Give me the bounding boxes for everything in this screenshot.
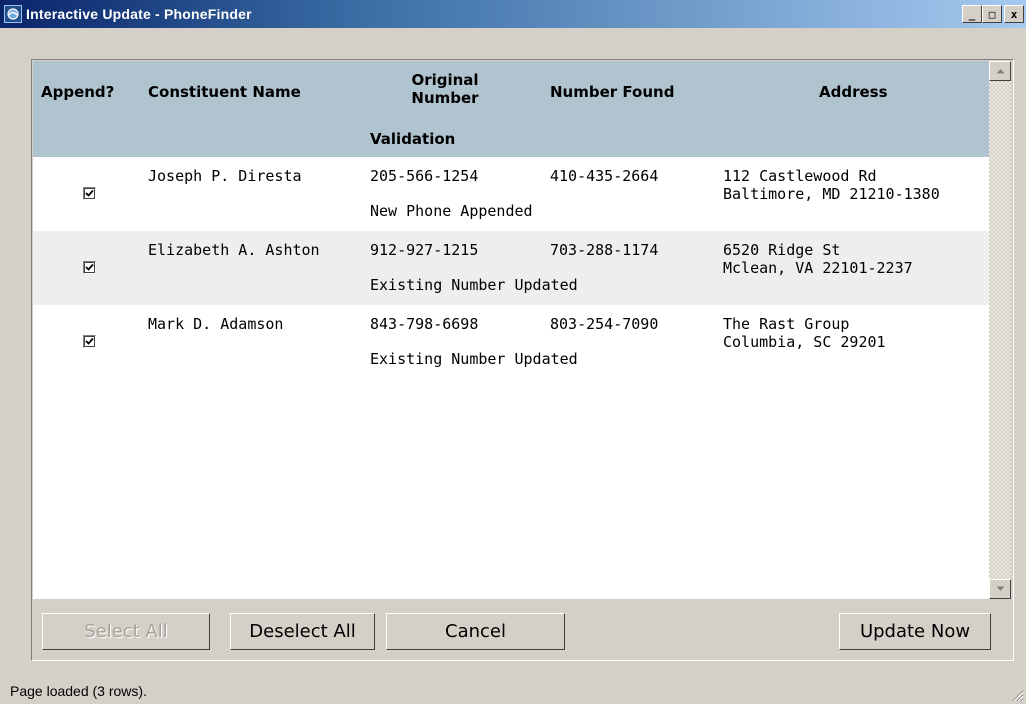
scroll-up-icon [996,69,1004,74]
header-append[interactable]: Append? [41,83,114,101]
address-line1: 112 Castlewood Rd [723,167,877,185]
close-icon: x [1010,7,1018,21]
title-bar[interactable]: Interactive Update - PhoneFinder _ □ x [0,0,1026,28]
address-line2: Mclean, VA 22101-2237 [723,259,913,277]
table-row[interactable]: Joseph P. Diresta 205-566-1254 410-435-2… [33,157,989,231]
scroll-up-button[interactable] [989,61,1011,81]
maximize-icon: □ [988,7,996,21]
original-number: 205-566-1254 [370,167,479,185]
scroll-down-icon [996,586,1004,591]
number-found: 410-435-2664 [550,167,659,185]
header-original-number[interactable]: Original Number [398,71,492,107]
address-line1: 6520 Ridge St [723,241,841,259]
table-row[interactable]: Mark D. Adamson 843-798-6698 803-254-709… [33,305,989,379]
window-title: Interactive Update - PhoneFinder [26,6,252,22]
constituent-name: Joseph P. Diresta [148,167,302,185]
close-button[interactable]: x [1004,5,1024,23]
maximize-button[interactable]: □ [982,5,1002,23]
header-original-line2: Number [411,89,479,107]
original-number: 912-927-1215 [370,241,479,259]
number-found: 703-288-1174 [550,241,659,259]
minimize-button[interactable]: _ [962,5,982,23]
cancel-button[interactable]: Cancel [386,613,565,650]
grid-header: Append? Constituent Name Original Number… [33,61,989,157]
app-icon [4,5,22,23]
header-number-found[interactable]: Number Found [550,83,674,101]
table-row[interactable]: Elizabeth A. Ashton 912-927-1215 703-288… [33,231,989,305]
vertical-scrollbar[interactable] [989,61,1011,599]
main-panel: Append? Constituent Name Original Number… [31,59,1014,661]
number-found: 803-254-7090 [550,315,659,333]
checkmark-icon [85,337,94,345]
validation-text: New Phone Appended [370,202,533,220]
deselect-all-button[interactable]: Deselect All [230,613,375,650]
append-checkbox[interactable] [83,261,96,274]
checkmark-icon [85,189,94,197]
original-number: 843-798-6698 [370,315,479,333]
header-constituent-name[interactable]: Constituent Name [148,83,301,101]
header-validation[interactable]: Validation [370,130,455,148]
constituent-name: Elizabeth A. Ashton [148,241,320,259]
select-all-button[interactable]: Select All [42,613,210,650]
validation-text: Existing Number Updated [370,276,578,294]
scroll-down-button[interactable] [989,579,1011,599]
address-line1: The Rast Group [723,315,850,333]
status-text: Page loaded (3 rows). [10,683,147,699]
validation-text: Existing Number Updated [370,350,578,368]
address-line2: Columbia, SC 29201 [723,333,886,351]
constituent-name: Mark D. Adamson [148,315,284,333]
resize-grip-icon[interactable] [1010,688,1024,702]
minimize-icon: _ [968,7,976,21]
results-grid: Append? Constituent Name Original Number… [33,61,989,599]
append-checkbox[interactable] [83,187,96,200]
header-address[interactable]: Address [819,83,888,101]
update-now-button[interactable]: Update Now [839,613,991,650]
header-original-line1: Original [411,71,479,89]
address-line2: Baltimore, MD 21210-1380 [723,185,940,203]
append-checkbox[interactable] [83,335,96,348]
checkmark-icon [85,263,94,271]
